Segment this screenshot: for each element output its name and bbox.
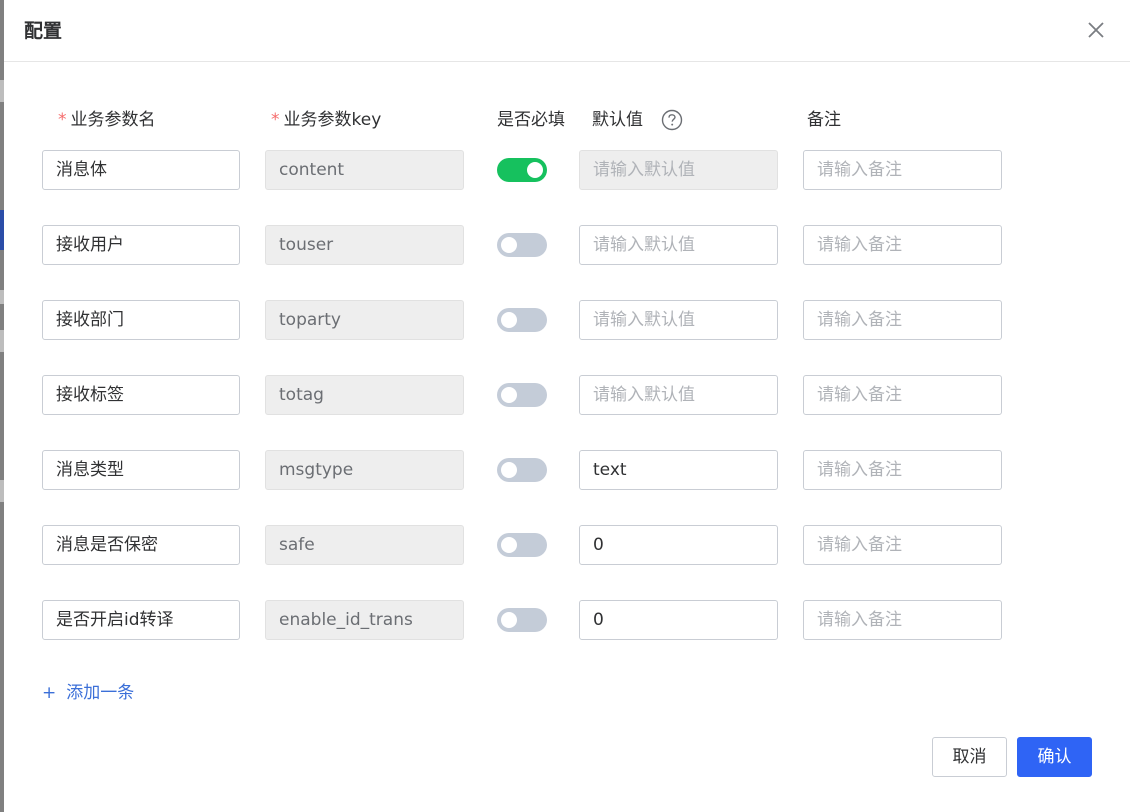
note-input-text: 请输入备注 bbox=[817, 460, 902, 480]
param-name-input[interactable]: 接收标签 bbox=[42, 375, 240, 415]
dialog-header: 配置 bbox=[4, 0, 1130, 62]
required-toggle[interactable] bbox=[497, 383, 547, 407]
required-toggle[interactable] bbox=[497, 533, 547, 557]
plus-icon: + bbox=[42, 683, 57, 703]
param-key-input-text: enable_id_trans bbox=[279, 610, 413, 630]
note-input-text: 请输入备注 bbox=[817, 160, 902, 180]
add-row-label: 添加一条 bbox=[66, 683, 135, 703]
required-toggle[interactable] bbox=[497, 608, 547, 632]
param-key-input: content bbox=[265, 150, 464, 190]
param-name-input[interactable]: 是否开启id转译 bbox=[42, 600, 240, 640]
required-toggle[interactable] bbox=[497, 458, 547, 482]
required-marker: * bbox=[58, 110, 67, 130]
default-value-input-text: 请输入默认值 bbox=[593, 385, 695, 405]
param-row: 是否开启id转译 enable_id_trans 0 请输入备注 bbox=[4, 600, 1130, 640]
toggle-knob bbox=[501, 462, 517, 478]
toggle-knob bbox=[501, 612, 517, 628]
cancel-button[interactable]: 取消 bbox=[932, 737, 1007, 777]
param-key-input: safe bbox=[265, 525, 464, 565]
param-row: 消息体 content 请输入默认值 请输入备注 bbox=[4, 150, 1130, 190]
default-value-input[interactable]: 请输入默认值 bbox=[579, 375, 778, 415]
param-name-input-text: 消息类型 bbox=[56, 460, 124, 480]
param-key-input-text: msgtype bbox=[279, 460, 354, 480]
toggle-knob bbox=[501, 312, 517, 328]
note-input[interactable]: 请输入备注 bbox=[803, 525, 1002, 565]
column-header-default: 默认值 bbox=[592, 110, 643, 130]
param-row: 消息类型 msgtype text 请输入备注 bbox=[4, 450, 1130, 490]
default-value-input-text: 请输入默认值 bbox=[593, 160, 695, 180]
param-name-input-text: 接收用户 bbox=[56, 235, 124, 255]
note-input[interactable]: 请输入备注 bbox=[803, 300, 1002, 340]
note-input[interactable]: 请输入备注 bbox=[803, 225, 1002, 265]
note-input-text: 请输入备注 bbox=[817, 235, 902, 255]
default-value-input[interactable]: text bbox=[579, 450, 778, 490]
default-value-input-text: text bbox=[593, 460, 627, 480]
required-marker: * bbox=[271, 110, 280, 130]
param-key-input: enable_id_trans bbox=[265, 600, 464, 640]
note-input-text: 请输入备注 bbox=[817, 310, 902, 330]
param-row: 接收部门 toparty 请输入默认值 请输入备注 bbox=[4, 300, 1130, 340]
param-row: 接收用户 touser 请输入默认值 请输入备注 bbox=[4, 225, 1130, 265]
param-key-input: msgtype bbox=[265, 450, 464, 490]
toggle-knob bbox=[501, 387, 517, 403]
param-key-input-text: touser bbox=[279, 235, 334, 255]
required-toggle[interactable] bbox=[497, 158, 547, 182]
default-value-input[interactable]: 0 bbox=[579, 600, 778, 640]
default-value-input-text: 0 bbox=[593, 610, 604, 630]
note-input-text: 请输入备注 bbox=[817, 535, 902, 555]
param-key-input: toparty bbox=[265, 300, 464, 340]
param-name-input[interactable]: 消息类型 bbox=[42, 450, 240, 490]
required-toggle[interactable] bbox=[497, 308, 547, 332]
help-circle-icon[interactable] bbox=[661, 109, 683, 131]
default-value-input[interactable]: 请输入默认值 bbox=[579, 225, 778, 265]
default-value-input[interactable]: 0 bbox=[579, 525, 778, 565]
add-row-button[interactable]: + 添加一条 bbox=[42, 681, 134, 705]
param-key-input-text: totag bbox=[279, 385, 324, 405]
column-header-note: 备注 bbox=[807, 110, 841, 130]
dialog-title: 配置 bbox=[24, 20, 63, 42]
param-name-input[interactable]: 接收用户 bbox=[42, 225, 240, 265]
param-row: 接收标签 totag 请输入默认值 请输入备注 bbox=[4, 375, 1130, 415]
toggle-knob bbox=[527, 162, 543, 178]
confirm-button[interactable]: 确认 bbox=[1017, 737, 1092, 777]
column-header-name: * 业务参数名 bbox=[58, 108, 156, 132]
column-header-required: 是否必填 bbox=[497, 110, 565, 130]
required-toggle[interactable] bbox=[497, 233, 547, 257]
param-name-input[interactable]: 消息体 bbox=[42, 150, 240, 190]
note-input[interactable]: 请输入备注 bbox=[803, 450, 1002, 490]
column-header-name-label: 业务参数名 bbox=[70, 110, 156, 130]
note-input-text: 请输入备注 bbox=[817, 610, 902, 630]
config-dialog: 配置 * 业务参数名 * 业务参数key 是否必填 默认值 备注 消息体 conten… bbox=[4, 0, 1130, 812]
param-row: 消息是否保密 safe 0 请输入备注 bbox=[4, 525, 1130, 565]
toggle-knob bbox=[501, 237, 517, 253]
default-value-input-text: 0 bbox=[593, 535, 604, 555]
param-name-input[interactable]: 接收部门 bbox=[42, 300, 240, 340]
toggle-knob bbox=[501, 537, 517, 553]
param-key-input-text: safe bbox=[279, 535, 315, 555]
param-name-input-text: 接收标签 bbox=[56, 385, 124, 405]
param-key-input-text: content bbox=[279, 160, 345, 180]
column-header-key: * 业务参数key bbox=[271, 108, 381, 132]
param-name-input-text: 消息是否保密 bbox=[56, 535, 158, 555]
close-button[interactable] bbox=[1084, 18, 1108, 42]
param-name-input-text: 接收部门 bbox=[56, 310, 124, 330]
close-icon bbox=[1088, 22, 1104, 38]
default-value-input-text: 请输入默认值 bbox=[593, 235, 695, 255]
param-name-input-text: 是否开启id转译 bbox=[56, 610, 174, 630]
param-key-input: totag bbox=[265, 375, 464, 415]
default-value-input: 请输入默认值 bbox=[579, 150, 778, 190]
note-input[interactable]: 请输入备注 bbox=[803, 150, 1002, 190]
note-input-text: 请输入备注 bbox=[817, 385, 902, 405]
note-input[interactable]: 请输入备注 bbox=[803, 600, 1002, 640]
column-header-key-label: 业务参数key bbox=[283, 110, 382, 130]
default-value-input[interactable]: 请输入默认值 bbox=[579, 300, 778, 340]
param-key-input-text: toparty bbox=[279, 310, 341, 330]
param-name-input[interactable]: 消息是否保密 bbox=[42, 525, 240, 565]
note-input[interactable]: 请输入备注 bbox=[803, 375, 1002, 415]
param-name-input-text: 消息体 bbox=[56, 160, 107, 180]
default-value-input-text: 请输入默认值 bbox=[593, 310, 695, 330]
param-key-input: touser bbox=[265, 225, 464, 265]
